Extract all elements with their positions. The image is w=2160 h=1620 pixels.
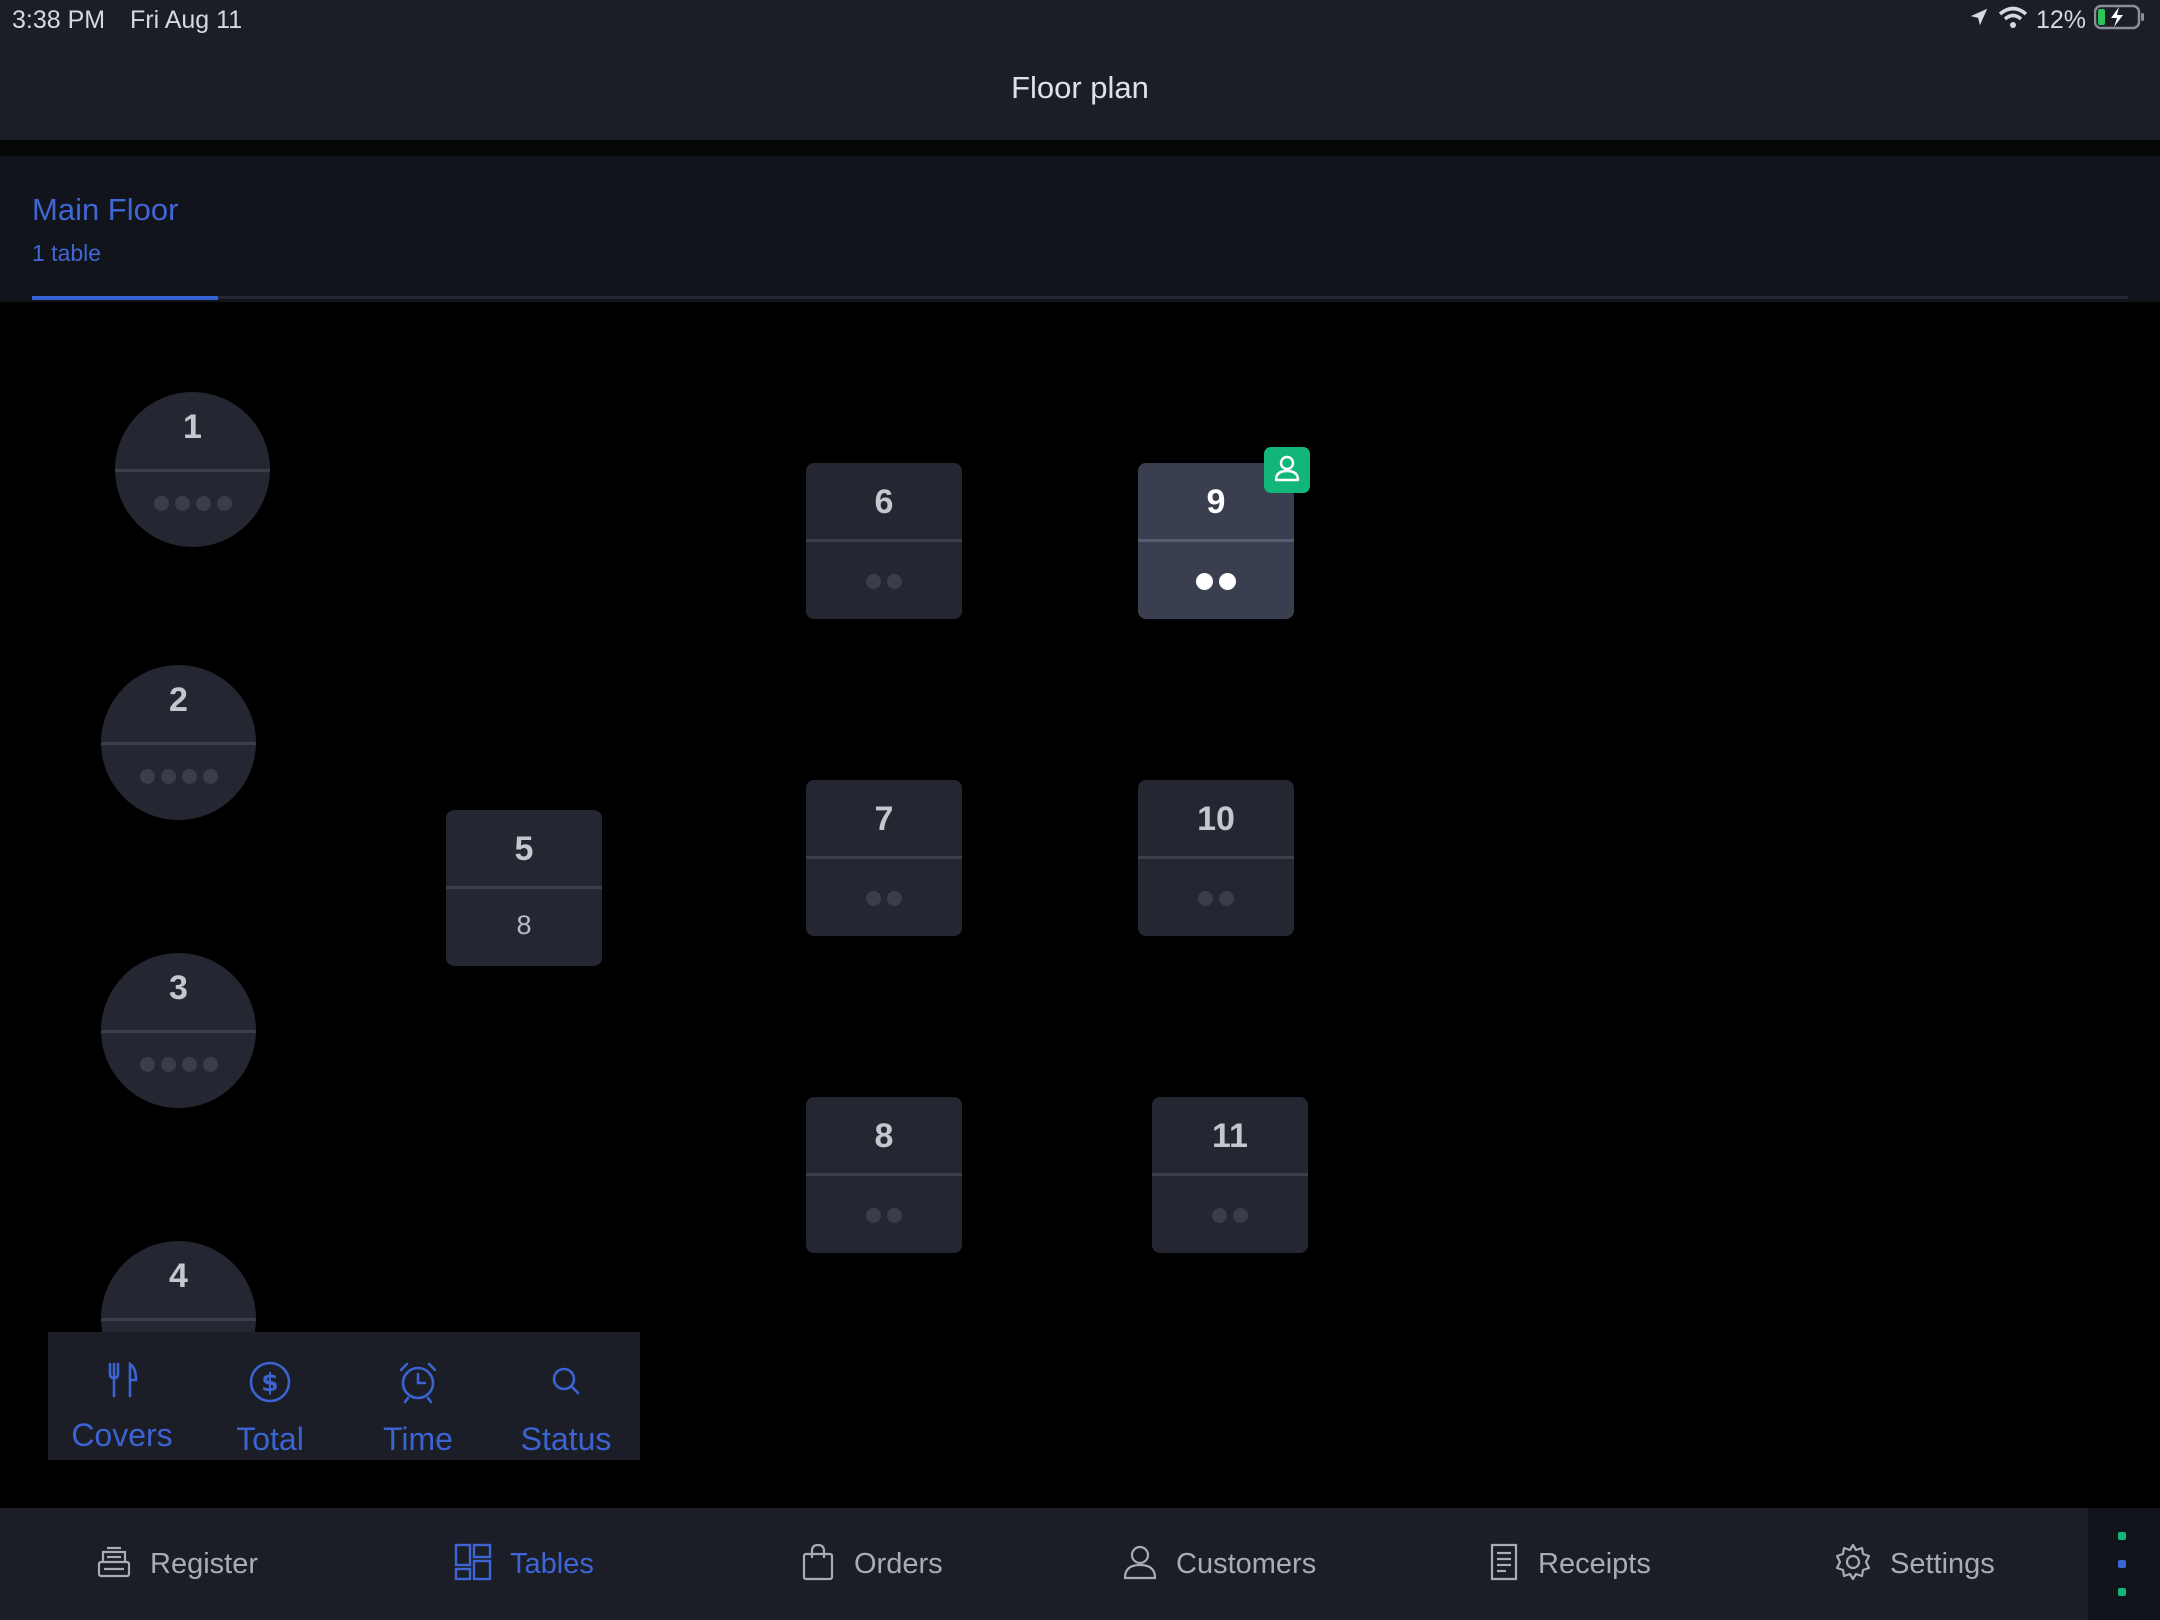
handle-dot bbox=[2118, 1532, 2126, 1540]
floor-plan-canvas: 1 2 3 4 5 8 6 7 8 9 10 11 bbox=[0, 302, 2160, 1508]
seat-dots bbox=[115, 496, 270, 511]
tab-register-label: Register bbox=[150, 1547, 258, 1580]
view-status-label: Status bbox=[520, 1421, 612, 1457]
view-total-label: Total bbox=[236, 1421, 304, 1457]
person-icon bbox=[1272, 453, 1302, 488]
table-divider bbox=[806, 1173, 962, 1176]
table-divider bbox=[101, 1030, 256, 1033]
table-8[interactable]: 8 bbox=[806, 1097, 962, 1253]
table-number: 7 bbox=[874, 800, 894, 838]
divider bbox=[0, 140, 2160, 156]
shopping-bag-icon bbox=[800, 1543, 836, 1586]
tables-grid-icon bbox=[454, 1543, 492, 1586]
table-divider bbox=[1138, 856, 1294, 859]
table-10[interactable]: 10 bbox=[1138, 780, 1294, 936]
floor-tab-main[interactable]: Main Floor 1 table bbox=[32, 192, 178, 267]
seat-dots bbox=[101, 1057, 256, 1072]
view-covers-button[interactable]: Covers bbox=[48, 1332, 196, 1460]
gear-icon bbox=[1834, 1543, 1872, 1586]
floor-table-count: 1 table bbox=[32, 240, 102, 266]
location-arrow-icon bbox=[1968, 6, 1990, 35]
seat-dots bbox=[806, 1208, 962, 1223]
table-number: 1 bbox=[183, 408, 202, 446]
status-indicators: 12% bbox=[1968, 4, 2146, 37]
dollar-circle-icon: $ bbox=[248, 1360, 292, 1409]
table-6[interactable]: 6 bbox=[806, 463, 962, 619]
table-divider bbox=[806, 539, 962, 542]
page-title: Floor plan bbox=[1011, 70, 1149, 105]
tab-customers[interactable]: Customers bbox=[1122, 1508, 1316, 1620]
table-number: 11 bbox=[1212, 1117, 1248, 1155]
floor-name: Main Floor bbox=[32, 192, 179, 227]
table-11[interactable]: 11 bbox=[1152, 1097, 1308, 1253]
seat-dots bbox=[1138, 891, 1294, 906]
handle-dot bbox=[2118, 1588, 2126, 1596]
wifi-icon bbox=[1998, 5, 2028, 36]
tab-underline-track bbox=[32, 296, 2128, 299]
tab-receipts[interactable]: Receipts bbox=[1488, 1508, 1651, 1620]
multitask-handle[interactable] bbox=[2088, 1508, 2160, 1620]
tab-register[interactable]: Register bbox=[96, 1508, 258, 1620]
tab-orders-label: Orders bbox=[854, 1547, 943, 1580]
tab-customers-label: Customers bbox=[1176, 1547, 1317, 1580]
table-number: 2 bbox=[169, 681, 188, 719]
floor-tabs: Main Floor 1 table bbox=[0, 156, 2160, 302]
view-covers-label: Covers bbox=[71, 1417, 173, 1453]
table-3[interactable]: 3 bbox=[101, 953, 256, 1108]
table-divider bbox=[1152, 1173, 1308, 1176]
svg-text:$: $ bbox=[261, 1368, 278, 1397]
tab-tables[interactable]: Tables bbox=[454, 1508, 594, 1620]
fork-knife-icon bbox=[102, 1360, 142, 1405]
cash-register-icon bbox=[96, 1544, 132, 1585]
search-icon bbox=[544, 1360, 588, 1409]
battery-charging-icon bbox=[2093, 4, 2146, 37]
tab-tables-label: Tables bbox=[510, 1547, 594, 1580]
table-1[interactable]: 1 bbox=[115, 392, 270, 547]
receipt-icon bbox=[1488, 1543, 1520, 1586]
table-divider bbox=[446, 886, 602, 889]
view-mode-panel: Covers $ Total Time Status bbox=[48, 1332, 640, 1460]
view-time-button[interactable]: Time bbox=[344, 1332, 492, 1460]
table-divider bbox=[101, 742, 256, 745]
table-5[interactable]: 5 8 bbox=[446, 810, 602, 966]
view-total-button[interactable]: $ Total bbox=[196, 1332, 344, 1460]
seat-dots bbox=[806, 891, 962, 906]
table-divider bbox=[101, 1318, 256, 1321]
person-icon bbox=[1122, 1543, 1158, 1586]
occupied-badge bbox=[1264, 447, 1310, 493]
battery-percent: 12% bbox=[2035, 6, 2086, 34]
tab-settings[interactable]: Settings bbox=[1834, 1508, 1995, 1620]
seat-dots bbox=[1138, 573, 1294, 590]
table-capacity: 8 bbox=[516, 910, 532, 940]
table-2[interactable]: 2 bbox=[101, 665, 256, 820]
seat-dots bbox=[806, 574, 962, 589]
handle-dot bbox=[2118, 1560, 2126, 1568]
tab-selected-indicator bbox=[32, 296, 218, 300]
table-number: 9 bbox=[1206, 483, 1226, 521]
table-number: 8 bbox=[874, 1117, 894, 1155]
tab-receipts-label: Receipts bbox=[1538, 1547, 1651, 1580]
status-time: 3:38 PM bbox=[12, 6, 106, 34]
alarm-clock-icon bbox=[396, 1360, 440, 1409]
table-divider bbox=[1138, 539, 1294, 542]
tab-bar: Register Tables Orders Customers Receipt… bbox=[0, 1508, 2160, 1620]
tab-settings-label: Settings bbox=[1890, 1547, 1995, 1580]
table-number: 10 bbox=[1197, 800, 1235, 838]
view-status-button[interactable]: Status bbox=[492, 1332, 640, 1460]
table-divider bbox=[806, 856, 962, 859]
table-divider bbox=[115, 469, 270, 472]
tab-orders[interactable]: Orders bbox=[800, 1508, 943, 1620]
seat-dots bbox=[1152, 1208, 1308, 1223]
table-7[interactable]: 7 bbox=[806, 780, 962, 936]
table-number: 6 bbox=[874, 483, 894, 521]
view-time-label: Time bbox=[383, 1421, 453, 1457]
table-number: 4 bbox=[169, 1257, 188, 1295]
status-bar: 3:38 PM Fri Aug 11 12% bbox=[0, 0, 2160, 40]
table-number: 5 bbox=[514, 830, 534, 868]
nav-bar: Floor plan bbox=[0, 40, 2160, 140]
seat-dots bbox=[101, 769, 256, 784]
status-date: Fri Aug 11 bbox=[130, 6, 243, 34]
table-number: 3 bbox=[169, 969, 188, 1007]
